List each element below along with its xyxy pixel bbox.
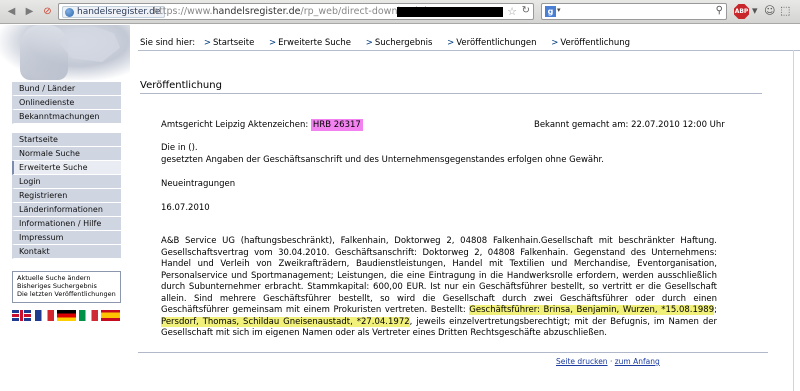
sidebar-item-informationen-hilfe[interactable]: Informationen / Hilfe [12, 217, 121, 231]
es-flag-icon[interactable] [101, 310, 120, 321]
bookmark-star-icon[interactable]: ☆ [507, 5, 517, 18]
google-icon[interactable]: g [545, 6, 556, 17]
it-flag-icon[interactable] [79, 310, 98, 321]
print-page-link[interactable]: Seite drucken [556, 357, 608, 366]
breadcrumb-item: > Veröffentlichung [551, 38, 631, 48]
search-icon[interactable]: ⚲ [716, 5, 723, 16]
page-title: Veröffentlichung [140, 80, 222, 91]
right-border [793, 50, 794, 391]
title-divider [140, 93, 762, 94]
sidebar-item-erweiterte-suche[interactable]: Erweiterte Suche [12, 161, 121, 175]
quick-link-previous-results[interactable]: Bisheriges Suchergebnis [17, 282, 116, 290]
sidebar-item-kontakt[interactable]: Kontakt [12, 245, 121, 259]
back-icon[interactable]: ◀ [4, 4, 19, 19]
sidebar-item-startseite[interactable]: Startseite [12, 133, 121, 147]
sidebar-item-impressum[interactable]: Impressum [12, 231, 121, 245]
quick-links-box: Aktuelle Suche ändern Bisheriges Sucherg… [12, 271, 121, 303]
footer-divider [138, 352, 768, 353]
sidebar-item-registrieren[interactable]: Registrieren [12, 189, 121, 203]
sidebar-item-laenderinformationen[interactable]: Länderinformationen [12, 203, 121, 217]
sidebar: Bund / Länder Onlinedienste Bekanntmachu… [12, 82, 121, 268]
entry-date: 16.07.2010 [161, 203, 210, 213]
breadcrumb-item[interactable]: > Suchergebnis [366, 38, 439, 48]
globe-icon [65, 8, 74, 17]
disclaimer-line-1: Die in (). [161, 143, 198, 153]
language-flags [12, 310, 122, 322]
sidebar-item-bund-laender[interactable]: Bund / Länder [12, 82, 121, 96]
redaction-bar [397, 7, 503, 17]
breadcrumb: Sie sind hier: > Startseite > Erweiterte S… [140, 38, 642, 48]
de-flag-icon[interactable] [57, 310, 76, 321]
sidebar-group-main: Startseite Normale Suche Erweiterte Such… [12, 133, 121, 259]
browser-toolbar: ◀ ▶ ⊘ handelsregister.de https://www.han… [0, 0, 800, 24]
back-to-top-link[interactable]: zum Anfang [615, 357, 660, 366]
highlight-managing-director-1: Geschäftsführer: Brinsa, Benjamin, Wurze… [469, 305, 715, 315]
header-divider [138, 50, 800, 51]
footer-links: Seite drucken · zum Anfang [556, 357, 660, 366]
sidebar-item-normale-suche[interactable]: Normale Suche [12, 147, 121, 161]
breadcrumb-item[interactable]: > Startseite [204, 38, 260, 48]
address-bar[interactable]: handelsregister.de https://www.handelsre… [58, 3, 534, 20]
case-number: HRB 26317 [310, 119, 363, 131]
entry-category: Neueintragungen [161, 179, 236, 189]
sidebar-item-bekanntmachungen[interactable]: Bekanntmachungen [12, 110, 121, 124]
publication-body: A&B Service UG (haftungsbeschränkt), Fal… [161, 236, 717, 338]
site-identity-badge[interactable]: handelsregister.de [62, 6, 166, 18]
disclaimer-line-2: gesetzten Angaben der Geschäftsanschrift… [161, 155, 604, 165]
highlight-managing-director-2: Persdorf, Thomas, Schildau Gneisenaustad… [161, 316, 410, 327]
statue-logo-image [20, 25, 68, 80]
chevron-down-icon[interactable]: ▾ [752, 4, 758, 17]
court-label: Amtsgericht Leipzig Aktenzeichen: [161, 120, 309, 130]
breadcrumb-item[interactable]: > Veröffentlichungen [447, 38, 542, 48]
announcement-date: Bekannt gemacht am: 22.07.2010 12:00 Uhr [534, 120, 725, 130]
user-icon[interactable]: ☺ [764, 4, 775, 17]
quick-link-change-search[interactable]: Aktuelle Suche ändern [17, 274, 116, 282]
uk-flag-icon[interactable] [12, 310, 31, 321]
stop-icon[interactable]: ⊘ [40, 4, 55, 19]
adblock-icon[interactable]: ABP [734, 4, 749, 19]
court-reference: Amtsgericht Leipzig Aktenzeichen: HRB 26… [161, 119, 363, 131]
quick-link-latest-publications[interactable]: Die letzten Veröffentlichungen [17, 290, 116, 298]
reload-icon[interactable]: ↻ [522, 5, 530, 16]
search-bar[interactable]: g ▾ ⚲ [541, 3, 727, 20]
breadcrumb-item[interactable]: > Erweiterte Suche [269, 38, 357, 48]
extension-icon[interactable]: ⬚ [780, 4, 790, 17]
sidebar-item-login[interactable]: Login [12, 175, 121, 189]
breadcrumb-prefix: Sie sind hier: [140, 38, 196, 48]
chevron-down-icon[interactable]: ▾ [557, 6, 561, 14]
forward-icon[interactable]: ▶ [22, 4, 37, 19]
sidebar-item-onlinedienste[interactable]: Onlinedienste [12, 96, 121, 110]
sidebar-group-top: Bund / Länder Onlinedienste Bekanntmachu… [12, 82, 121, 124]
fr-flag-icon[interactable] [35, 310, 54, 321]
url-text[interactable]: https://www.handelsregister.de/rp_web/di… [153, 6, 433, 18]
